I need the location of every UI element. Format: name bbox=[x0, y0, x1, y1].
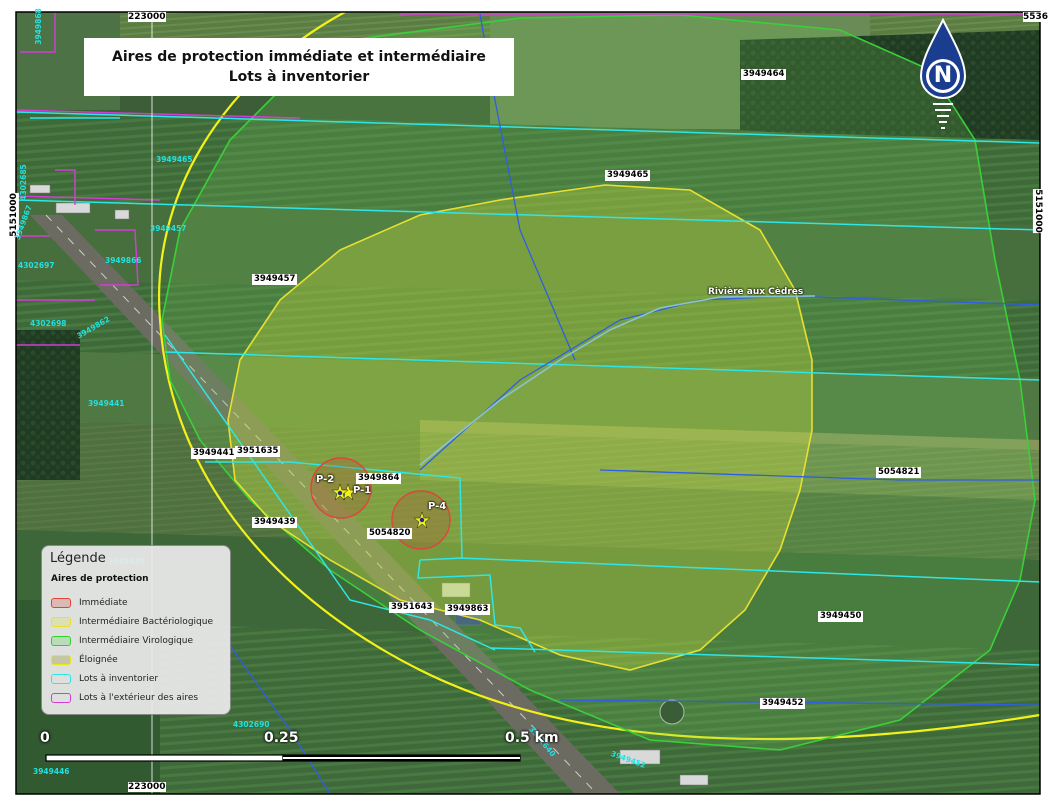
coord-top-x: 223000 bbox=[128, 12, 166, 22]
legend-item-label: Lots à l'extérieur des aires bbox=[79, 693, 199, 703]
legend-swatch-icon bbox=[51, 655, 71, 665]
legend-item-virologique: Intermédiaire Virologique bbox=[51, 634, 193, 648]
coord-right-y: 5151000 bbox=[1032, 189, 1043, 233]
legend-swatch-icon bbox=[51, 636, 71, 646]
map-frame: Aires de protection immédiate et intermé… bbox=[0, 0, 1057, 811]
river-label: Rivière aux Cèdres bbox=[708, 287, 804, 297]
legend-swatch-icon bbox=[51, 598, 71, 608]
lot-label: 3949465 bbox=[605, 170, 651, 181]
outside-lot-label: 4302698 bbox=[30, 319, 67, 328]
lot-label: 3949439 bbox=[252, 517, 298, 528]
legend-item-label: Éloignée bbox=[79, 655, 118, 665]
legend-item-immediate: Immédiate bbox=[51, 596, 128, 610]
outside-lot-label: 3949446 bbox=[33, 767, 70, 776]
lot-label: 3949452 bbox=[760, 698, 806, 709]
well-label-p1: P-1 bbox=[353, 485, 372, 496]
legend-item-label: Intermédiaire Bactériologique bbox=[79, 617, 213, 627]
outside-lot-label: 3949441 bbox=[88, 399, 125, 408]
well-label-p4: P-4 bbox=[428, 501, 447, 512]
lot-label: 3949464 bbox=[741, 69, 787, 80]
lot-label: 3949457 bbox=[252, 274, 298, 285]
legend-swatch-icon bbox=[51, 617, 71, 627]
lot-label: 3949450 bbox=[818, 611, 864, 622]
legend-item-label: Intermédiaire Virologique bbox=[79, 636, 194, 646]
outside-lot-label: 4302697 bbox=[18, 261, 55, 270]
outside-lot-label: 3949868 bbox=[33, 8, 43, 45]
outside-lot-label: 3949465 bbox=[156, 155, 193, 164]
legend-item-bacteriologique: Intermédiaire Bactériologique bbox=[51, 615, 213, 629]
scale-label-zero: 0 bbox=[40, 730, 50, 746]
map-title-line1: Aires de protection immédiate et intermé… bbox=[112, 49, 486, 65]
lot-label: 5054821 bbox=[876, 467, 922, 478]
lot-label: 3949864 bbox=[356, 473, 402, 484]
outside-lot-label: 3949457 bbox=[150, 224, 187, 233]
legend-swatch-icon bbox=[51, 674, 71, 684]
legend-item-lots-outside: Lots à l'extérieur des aires bbox=[51, 691, 198, 705]
legend-panel: Légende Aires de protection Immédiate In… bbox=[41, 545, 231, 715]
legend-item-eloignee: Éloignée bbox=[51, 653, 118, 667]
map-title-box: Aires de protection immédiate et intermé… bbox=[84, 38, 514, 96]
lot-label: 3951635 bbox=[235, 446, 281, 457]
lot-label: 3949863 bbox=[445, 604, 491, 615]
legend-item-label: Immédiate bbox=[79, 598, 128, 608]
legend-swatch-icon bbox=[51, 693, 71, 703]
north-arrow-letter: N bbox=[933, 63, 953, 88]
legend-item-lots-inventory: Lots à inventorier bbox=[51, 672, 158, 686]
lot-label: 5054820 bbox=[367, 528, 413, 539]
legend-title: Légende bbox=[50, 551, 106, 566]
scale-bar bbox=[45, 754, 521, 762]
coord-top-right-partial: 5536 bbox=[1023, 12, 1049, 22]
legend-subtitle: Aires de protection bbox=[51, 574, 149, 584]
scale-label-end: 0.5 km bbox=[505, 730, 559, 746]
coord-bottom-x: 223000 bbox=[128, 782, 166, 792]
outside-lot-label: 3949866 bbox=[105, 256, 142, 265]
outside-lot-label: 4302685 bbox=[18, 164, 28, 201]
map-title-line2: Lots à inventorier bbox=[228, 69, 370, 85]
lot-label: 3951643 bbox=[389, 602, 435, 613]
lot-label: 3949441 bbox=[191, 448, 237, 459]
scale-label-mid: 0.25 bbox=[264, 730, 299, 746]
outside-lot-label: 4302690 bbox=[233, 720, 270, 729]
legend-item-label: Lots à inventorier bbox=[79, 674, 159, 684]
well-label-p2: P-2 bbox=[316, 474, 335, 485]
